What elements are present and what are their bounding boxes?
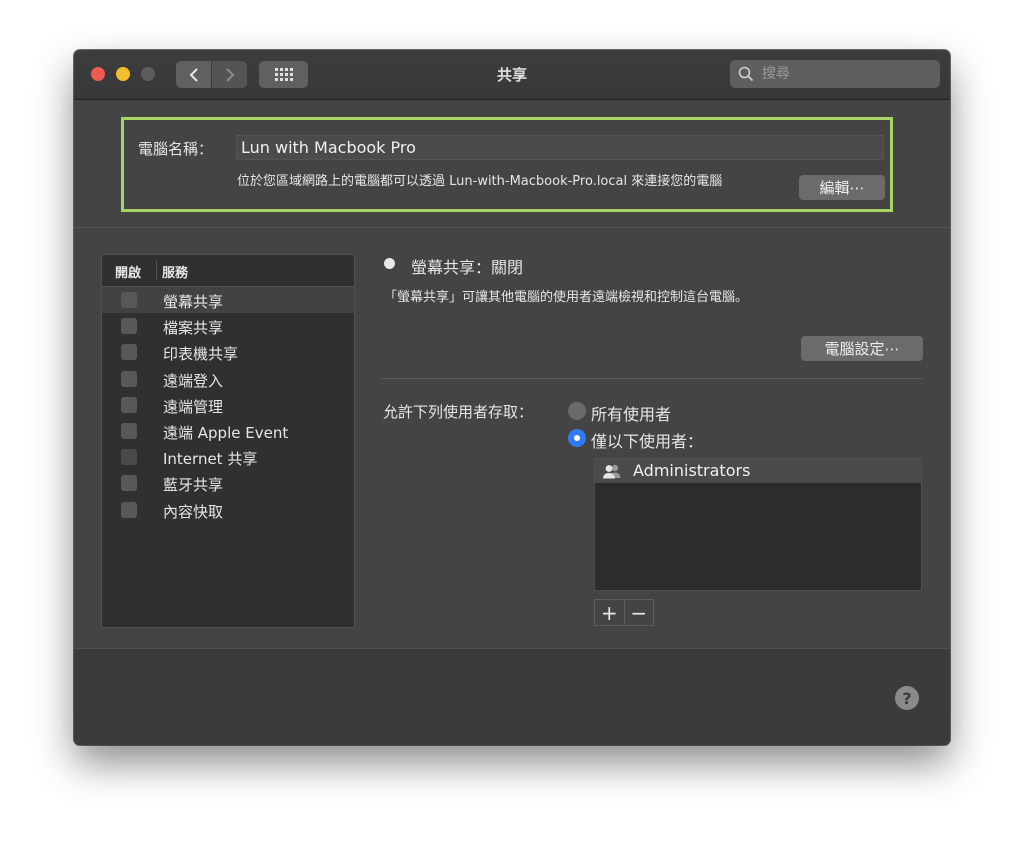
- column-header-on[interactable]: 開啟: [115, 262, 141, 281]
- service-label: 檔案共享: [163, 319, 224, 338]
- sharing-window: 共享 電腦名稱： 位於您區域網路上的電腦都可以透過 Lun-with-Macbo…: [74, 50, 950, 745]
- service-list-header: 開啟 服務: [102, 255, 354, 287]
- computer-name-description: 位於您區域網路上的電腦都可以透過 Lun-with-Macbook-Pro.lo…: [237, 174, 723, 189]
- service-checkbox[interactable]: [121, 292, 137, 308]
- section-divider: [74, 227, 950, 228]
- service-row-file-sharing[interactable]: 檔案共享: [102, 313, 354, 339]
- radio-all-users-label[interactable]: 所有使用者: [591, 401, 671, 425]
- user-group-icon: [603, 464, 621, 479]
- service-row-printer-sharing[interactable]: 印表機共享: [102, 339, 354, 365]
- service-label: 遠端登入: [163, 371, 224, 390]
- radio-only-these-users[interactable]: [568, 429, 586, 447]
- user-name: Administrators: [633, 461, 751, 480]
- service-row-screen-sharing[interactable]: 螢幕共享: [102, 287, 354, 314]
- title-bar: 共享: [74, 50, 950, 100]
- service-checkbox[interactable]: [121, 318, 137, 335]
- search-input[interactable]: [760, 65, 934, 83]
- computer-name-label: 電腦名稱：: [138, 140, 214, 158]
- window-footer: ?: [74, 648, 950, 745]
- service-row-remote-management[interactable]: 遠端管理: [102, 392, 354, 418]
- service-checkbox[interactable]: [121, 422, 137, 439]
- user-row[interactable]: Administrators: [595, 459, 921, 483]
- service-row-remote-login[interactable]: 遠端登入: [102, 366, 354, 392]
- remove-user-button[interactable]: −: [625, 600, 654, 625]
- search-icon: [738, 66, 754, 82]
- service-label: Internet 共享: [163, 450, 258, 469]
- computer-settings-button[interactable]: 電腦設定⋯: [801, 336, 923, 361]
- user-list: Administrators: [594, 458, 922, 591]
- service-row-internet-sharing[interactable]: Internet 共享: [102, 444, 354, 470]
- service-row-content-caching[interactable]: 內容快取: [102, 497, 354, 523]
- service-label: 印表機共享: [163, 345, 239, 364]
- computer-name-field[interactable]: [236, 135, 884, 160]
- service-row-bluetooth-sharing[interactable]: 藍牙共享: [102, 470, 354, 496]
- help-icon[interactable]: ?: [895, 686, 919, 710]
- search-field[interactable]: [730, 60, 940, 88]
- detail-divider: [381, 378, 923, 379]
- service-checkbox[interactable]: [121, 344, 137, 361]
- service-label: 藍牙共享: [163, 476, 224, 495]
- service-checkbox[interactable]: [121, 475, 137, 492]
- service-row-remote-apple-events[interactable]: 遠端 Apple Event: [102, 418, 354, 444]
- status-indicator: [384, 258, 395, 269]
- service-checkbox[interactable]: [121, 501, 137, 518]
- add-user-button[interactable]: +: [595, 600, 624, 625]
- service-label: 遠端管理: [163, 397, 224, 416]
- service-checkbox[interactable]: [121, 370, 137, 387]
- add-remove-buttons: + −: [594, 599, 654, 626]
- radio-all-users[interactable]: [568, 402, 586, 420]
- allow-access-label: 允許下列使用者存取：: [383, 403, 534, 421]
- radio-only-these-users-label[interactable]: 僅以下使用者：: [591, 428, 703, 452]
- service-checkbox[interactable]: [121, 396, 137, 413]
- service-status: 螢幕共享：關閉: [411, 258, 524, 277]
- service-label: 內容快取: [163, 502, 224, 521]
- service-list: 開啟 服務 螢幕共享 檔案共享 印表機共享 遠端登入 遠端管理 遠端 Apple…: [101, 254, 355, 628]
- computer-name-section: 電腦名稱： 位於您區域網路上的電腦都可以透過 Lun-with-Macbook-…: [121, 117, 893, 212]
- column-header-service[interactable]: 服務: [162, 262, 188, 281]
- edit-button[interactable]: 編輯⋯: [799, 175, 885, 200]
- service-checkbox[interactable]: [121, 449, 137, 466]
- service-label: 螢幕共享: [163, 293, 224, 311]
- service-label: 遠端 Apple Event: [163, 423, 289, 442]
- service-description: 「螢幕共享」可讓其他電腦的使用者遠端檢視和控制這台電腦。: [384, 290, 749, 305]
